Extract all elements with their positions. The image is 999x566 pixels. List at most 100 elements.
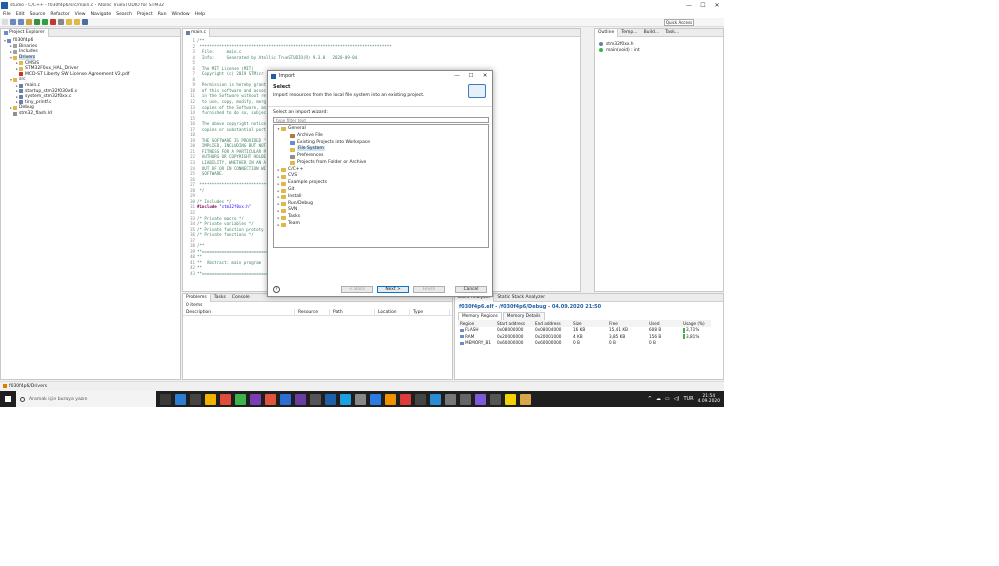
menu-project[interactable]: Project [137, 12, 153, 17]
wizard-item-example-projects[interactable]: ▸ Example projects [275, 180, 487, 187]
back-icon[interactable] [66, 19, 72, 25]
menu-refactor[interactable]: Refactor [50, 12, 69, 17]
run-icon[interactable] [42, 19, 48, 25]
taskbar-app-icon[interactable] [520, 393, 531, 405]
taskbar-app-icon[interactable] [310, 393, 321, 405]
cancel-button[interactable]: Cancel [455, 285, 487, 293]
next-button[interactable]: Next > [377, 285, 409, 293]
debug-icon[interactable] [34, 19, 40, 25]
wizard-item-projects-from-folder-or-archive[interactable]: Projects from Folder or Archive [275, 160, 487, 167]
menu-navigate[interactable]: Navigate [91, 12, 112, 17]
menu-edit[interactable]: Edit [16, 12, 25, 17]
table-row[interactable]: MEMORY_B1 0x60000000 0x60000000 0 B 0 B 0 B [458, 340, 711, 347]
minimize-button[interactable]: — [682, 0, 696, 10]
taskbar-app-icon[interactable] [400, 393, 411, 405]
taskbar-app-icon[interactable] [475, 393, 486, 405]
taskbar-app-icon[interactable] [295, 393, 306, 405]
tray-icon[interactable]: ▭ [665, 396, 670, 402]
dialog-close-button[interactable]: ✕ [478, 73, 492, 79]
tray-icon[interactable]: ^ [648, 396, 652, 402]
taskbar-app-icon[interactable] [280, 393, 291, 405]
column-header-path[interactable]: Path [330, 308, 375, 316]
taskbar-app-icon[interactable] [415, 393, 426, 405]
taskbar-app-icon[interactable] [220, 393, 231, 405]
search-icon[interactable] [58, 19, 64, 25]
dialog-maximize-button[interactable]: ☐ [464, 73, 478, 79]
column-header-resource[interactable]: Resource [295, 308, 330, 316]
taskbar-app-icon[interactable] [265, 393, 276, 405]
folder-icon [281, 168, 286, 173]
taskbar-app-icon[interactable] [445, 393, 456, 405]
taskbar-app-icon[interactable] [190, 393, 201, 405]
taskbar-app-icon[interactable] [370, 393, 381, 405]
taskbar-app-icon[interactable] [205, 393, 216, 405]
wizard-item-tasks[interactable]: ▸ Tasks [275, 214, 487, 221]
taskbar-app-icon[interactable] [250, 393, 261, 405]
maximize-button[interactable]: ☐ [696, 0, 710, 10]
taskbar-app-icon[interactable] [385, 393, 396, 405]
menu-source[interactable]: Source [30, 12, 46, 17]
menu-file[interactable]: File [3, 12, 11, 17]
taskbar-app-icon[interactable] [235, 393, 246, 405]
subtab-memory-regions[interactable]: Memory Regions [458, 312, 502, 320]
menu-help[interactable]: Help [195, 12, 205, 17]
close-button[interactable]: ✕ [710, 0, 724, 10]
forward-icon[interactable] [74, 19, 80, 25]
menu-run[interactable]: Run [158, 12, 167, 17]
column-header-type[interactable]: Type [410, 308, 450, 316]
help-icon[interactable]: ? [273, 285, 280, 293]
build-icon[interactable] [26, 19, 32, 25]
tray-icon[interactable]: TUR [683, 396, 693, 402]
column-header-description[interactable]: Description [183, 308, 295, 316]
tree-item-stm32-flash-ld[interactable]: stm32_flash.ld [3, 111, 178, 117]
tab-main-c[interactable]: main.c [183, 29, 211, 37]
taskbar-app-icon[interactable] [175, 393, 186, 405]
c-file-icon [19, 100, 23, 105]
outline-item[interactable]: main(void) : int [599, 47, 719, 53]
wizard-item-run-debug[interactable]: ▸ Run/Debug [275, 201, 487, 208]
dialog-heading: Select [273, 84, 291, 90]
wizard-item-svn[interactable]: ▸ SVN [275, 207, 487, 215]
perspective-icon[interactable] [82, 19, 88, 25]
menu-view[interactable]: View [75, 12, 86, 17]
menu-window[interactable]: Window [172, 12, 190, 17]
taskbar-app-icon[interactable] [430, 393, 441, 405]
column-header-location[interactable]: Location [375, 308, 410, 316]
taskbar-search[interactable]: Aramak için buraya yazın [16, 391, 156, 407]
tab-problems[interactable]: Problems [183, 294, 211, 302]
tab-build[interactable]: Build... [641, 29, 663, 37]
tab-task[interactable]: Task... [662, 29, 682, 37]
tab-static-stack-analyzer[interactable]: Static Stack Analyzer [494, 294, 548, 302]
tab-temp[interactable]: Temp... [618, 29, 640, 37]
save-icon[interactable] [10, 19, 16, 25]
quick-access-field[interactable]: Quick Access [664, 19, 694, 26]
wizard-item-team[interactable]: ▸ Team [275, 221, 487, 228]
new-icon[interactable] [2, 19, 8, 25]
filter-input[interactable]: type filter text [273, 117, 489, 123]
taskbar-app-icon[interactable] [505, 393, 516, 405]
taskbar-app-icon[interactable] [325, 393, 336, 405]
menu-search[interactable]: Search [116, 12, 132, 17]
dialog-minimize-button[interactable]: — [450, 73, 464, 79]
stop-icon[interactable] [50, 19, 56, 25]
save-all-icon[interactable] [18, 19, 24, 25]
tab-console[interactable]: Console [229, 294, 253, 302]
clock[interactable]: 21:54 4.09.2020 [698, 394, 720, 404]
taskbar-app-icon[interactable] [160, 393, 171, 405]
taskbar-app-icon[interactable] [355, 393, 366, 405]
tab-project-explorer[interactable]: Project Explorer [1, 29, 49, 37]
subtab-memory-details[interactable]: Memory Details [502, 312, 545, 320]
finish-button[interactable]: Finish [413, 285, 445, 293]
tree-item-label: MCD-ST Liberty SW License Agreement V2.p… [25, 71, 130, 77]
start-button[interactable] [0, 391, 16, 407]
back-button[interactable]: < Back [341, 285, 373, 293]
wizard-item-c-c[interactable]: ▸ C/C++ [275, 167, 487, 174]
taskbar-app-icon[interactable] [490, 393, 501, 405]
tab-tasks[interactable]: Tasks [211, 294, 229, 302]
tray-icon[interactable]: ☁ [656, 396, 661, 402]
taskbar-app-icon[interactable] [340, 393, 351, 405]
tab-outline[interactable]: Outline [595, 29, 619, 37]
tray-icon[interactable]: ◁) [674, 396, 680, 402]
wizard-item-git[interactable]: ▸ Git [275, 187, 487, 194]
taskbar-app-icon[interactable] [460, 393, 471, 405]
